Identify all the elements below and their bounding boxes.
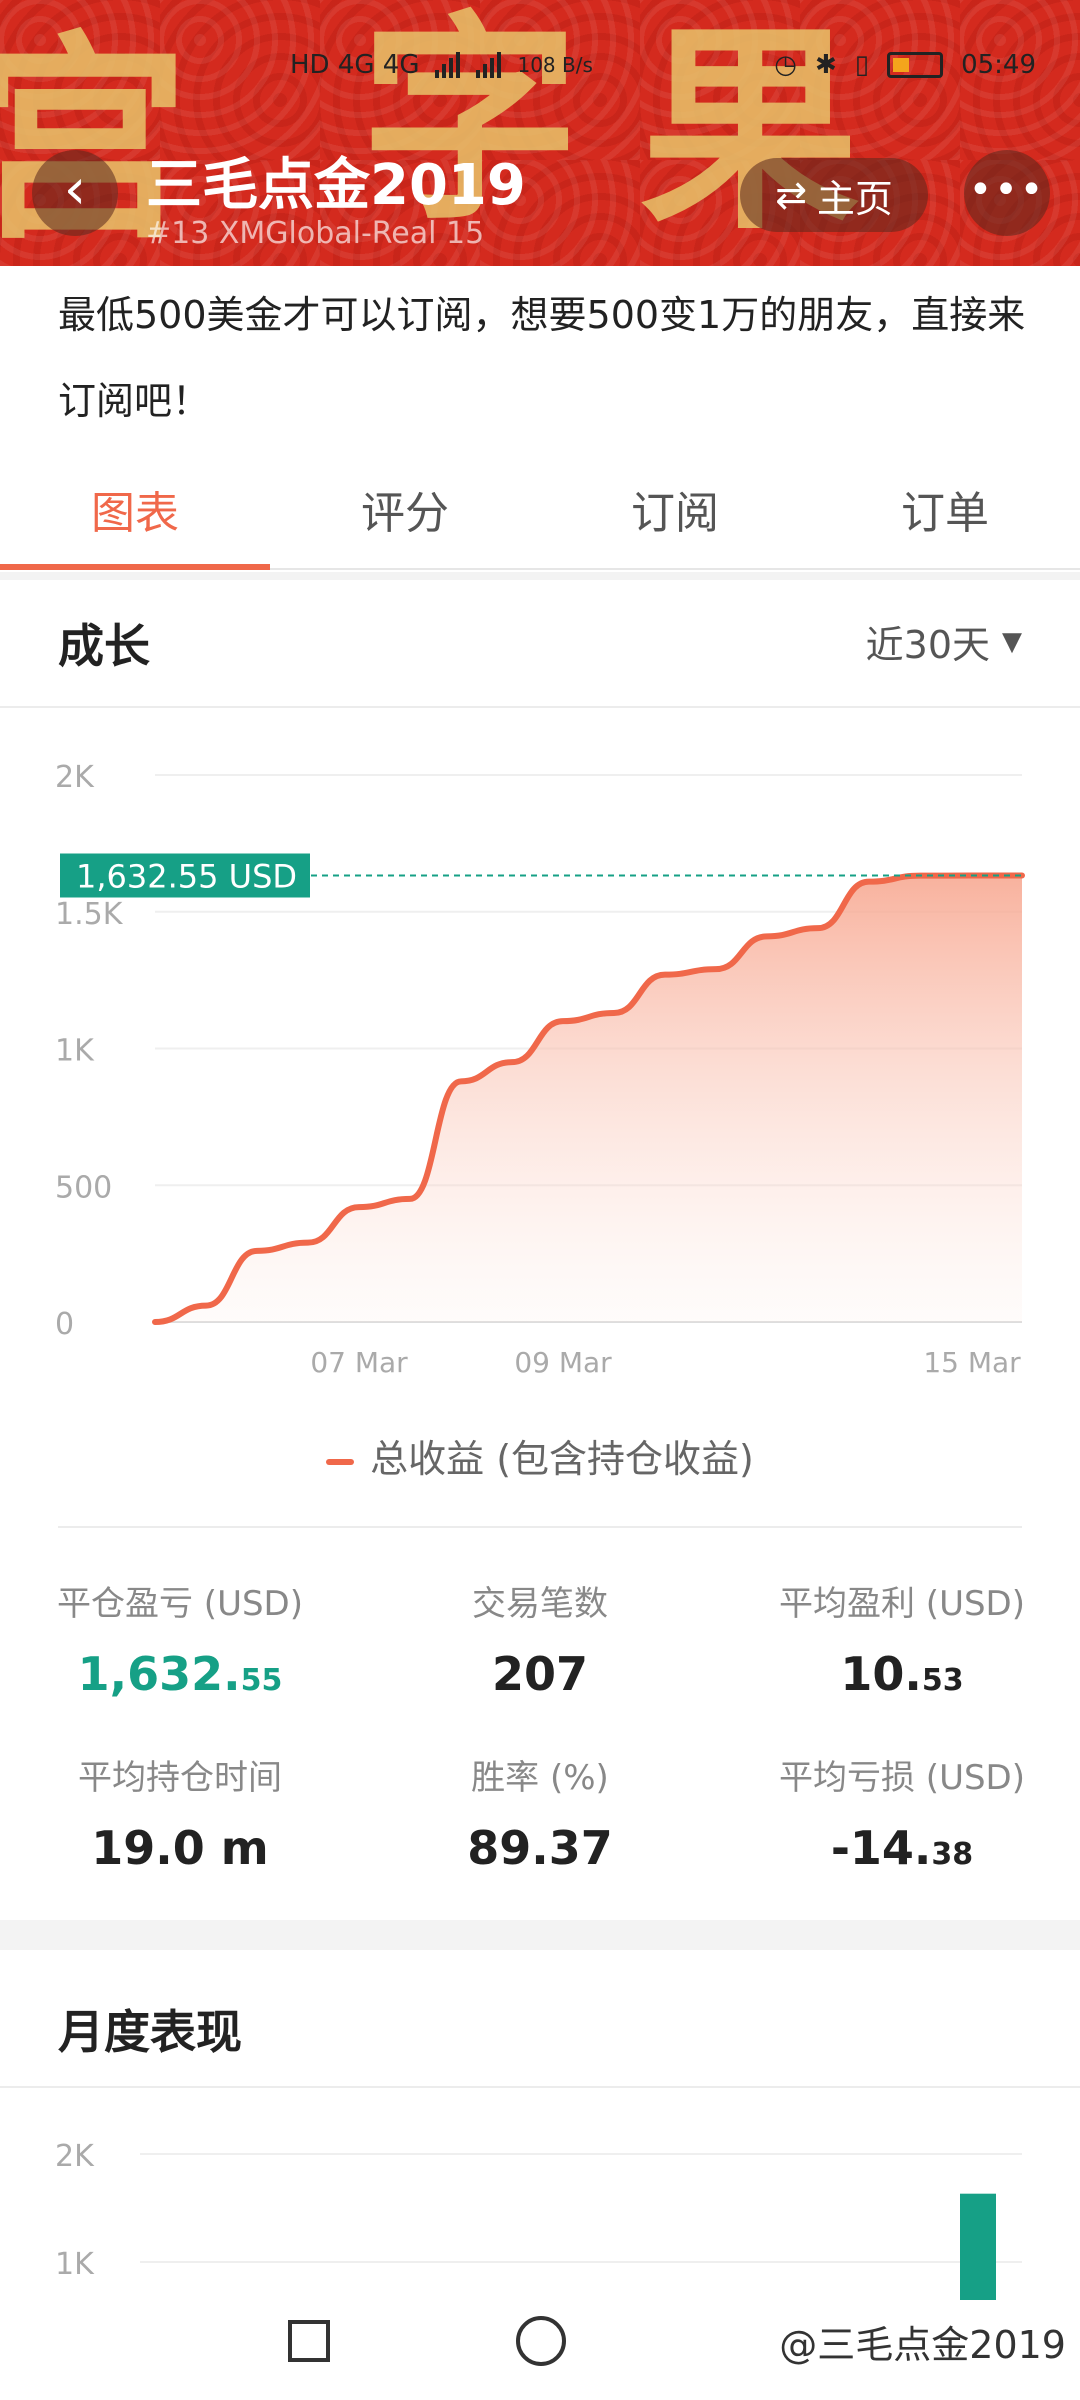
- stat-value-dec: 38: [931, 1837, 974, 1872]
- bluetooth-icon: ✱: [814, 50, 837, 80]
- stat-value: 19.0 m: [30, 1821, 330, 1875]
- account-subtitle: #13 XMGlobal-Real 15: [146, 216, 485, 251]
- system-nav-bar: @三毛点金2019: [0, 2300, 1080, 2400]
- recent-apps-button[interactable]: [288, 2320, 330, 2362]
- growth-title: 成长: [58, 619, 150, 673]
- monthly-bar: [960, 2193, 996, 2300]
- stat-value: -14.38: [752, 1821, 1052, 1875]
- stat-closed-pnl: 平仓盈亏 (USD) 1,632.55: [30, 1576, 330, 1701]
- stat-trade-count: 交易笔数 207: [390, 1576, 690, 1701]
- legend-label: 总收益 (包含持仓收益): [370, 1437, 754, 1481]
- y-tick-label: 1K: [55, 2247, 95, 2282]
- divider: [0, 2086, 1080, 2088]
- x-tick-label: 09 Mar: [514, 1346, 612, 1379]
- y-tick-label: 0: [55, 1307, 74, 1342]
- legend-swatch: [326, 1458, 355, 1465]
- page-title: 三毛点金2019: [146, 153, 526, 218]
- tab-bar: 图表 评分 订阅 订单: [0, 470, 1080, 570]
- stat-value-int: 19.0 m: [91, 1821, 269, 1875]
- growth-area: [155, 875, 1022, 1322]
- more-dots-icon: •••: [968, 167, 1046, 213]
- signal-icon: [476, 52, 502, 78]
- stat-value-int: 1,632.: [77, 1647, 241, 1701]
- home-nav-button[interactable]: [516, 2316, 566, 2366]
- status-bar: HD 4G 4G 108 B/s ◷ ✱ ▯ 05:49: [0, 44, 1080, 104]
- stat-value: 1,632.55: [30, 1647, 330, 1701]
- stat-value-dec: 55: [240, 1663, 283, 1698]
- chevron-left-icon: ‹: [63, 157, 87, 222]
- vibrate-icon: ▯: [854, 50, 870, 80]
- range-dropdown[interactable]: 近30天 ▼: [866, 614, 1022, 669]
- tab-subscribe[interactable]: 订阅: [540, 470, 810, 568]
- section-separator: [0, 1920, 1080, 1950]
- stat-value: 10.53: [752, 1647, 1052, 1701]
- stat-value-dec: 53: [921, 1663, 964, 1698]
- current-value-label: 1,632.55 USD: [76, 857, 297, 895]
- stat-value: 207: [390, 1647, 690, 1701]
- y-tick-label: 2K: [55, 2139, 95, 2174]
- stat-value-int: -14.: [830, 1821, 932, 1875]
- back-button[interactable]: ‹: [32, 150, 118, 236]
- alarm-icon: ◷: [774, 50, 797, 80]
- stat-avg-hold-time: 平均持仓时间 19.0 m: [30, 1750, 330, 1875]
- x-tick-label: 07 Mar: [310, 1346, 408, 1379]
- caret-down-icon: ▼: [1002, 626, 1022, 657]
- signal-icon: [435, 52, 461, 78]
- stat-label: 交易笔数: [472, 1584, 608, 1624]
- stat-label: 平均亏损 (USD): [779, 1758, 1025, 1798]
- stat-value-int: 207: [491, 1647, 589, 1701]
- stat-label: 胜率 (%): [471, 1758, 609, 1798]
- battery-icon: [887, 52, 944, 78]
- divider: [58, 1526, 1022, 1528]
- network-speed: 108 B/s: [517, 53, 593, 77]
- section-separator: [0, 572, 1080, 580]
- stat-avg-loss: 平均亏损 (USD) -14.38: [752, 1750, 1052, 1875]
- y-tick-label: 500: [55, 1170, 112, 1205]
- watermark-text: @三毛点金2019: [779, 2323, 1066, 2367]
- stat-win-rate: 胜率 (%) 89.37: [390, 1750, 690, 1875]
- stat-value-int: 10.: [840, 1647, 922, 1701]
- stat-value-int: 89.37: [467, 1821, 613, 1875]
- y-tick-label: 2K: [55, 760, 95, 795]
- stat-label: 平均持仓时间: [78, 1758, 282, 1798]
- monthly-title: 月度表现: [58, 2005, 242, 2059]
- growth-chart: 0 500 1K 1.5K 2K 1,632.55 USD 07 Mar 09 Mar 15 M…: [55, 760, 1025, 1379]
- x-tick-label: 15 Mar: [923, 1346, 1021, 1379]
- swap-icon: ⇄: [775, 173, 807, 217]
- monthly-chart: 1K 2K: [55, 2139, 1022, 2300]
- divider: [0, 706, 1080, 708]
- y-tick-label: 1K: [55, 1034, 95, 1069]
- stat-value: 89.37: [390, 1821, 690, 1875]
- clock-time: 05:49: [961, 50, 1036, 80]
- tab-chart[interactable]: 图表: [0, 470, 270, 570]
- home-button-label: 主页: [816, 176, 893, 221]
- y-tick-label: 1.5K: [55, 897, 124, 932]
- strategy-description: 最低500美金才可以订阅，想要500变1万的朋友，直接来订阅吧！: [58, 293, 1026, 423]
- stat-label: 平仓盈亏 (USD): [57, 1584, 303, 1624]
- chart-legend[interactable]: 总收益 (包含持仓收益): [0, 1428, 1080, 1483]
- network-indicator: HD 4G 4G: [290, 50, 420, 80]
- range-dropdown-label: 近30天: [865, 623, 990, 667]
- more-button[interactable]: •••: [964, 150, 1050, 236]
- stat-label: 平均盈利 (USD): [779, 1584, 1025, 1624]
- tab-rating[interactable]: 评分: [270, 470, 540, 568]
- tab-orders[interactable]: 订单: [810, 470, 1080, 568]
- home-button[interactable]: ⇄ 主页: [740, 158, 928, 232]
- header-banner: 宫 字 果 HD 4G 4G 108 B/s ◷ ✱ ▯ 05:49 ‹ 三毛点…: [0, 0, 1080, 266]
- stat-avg-profit: 平均盈利 (USD) 10.53: [752, 1576, 1052, 1701]
